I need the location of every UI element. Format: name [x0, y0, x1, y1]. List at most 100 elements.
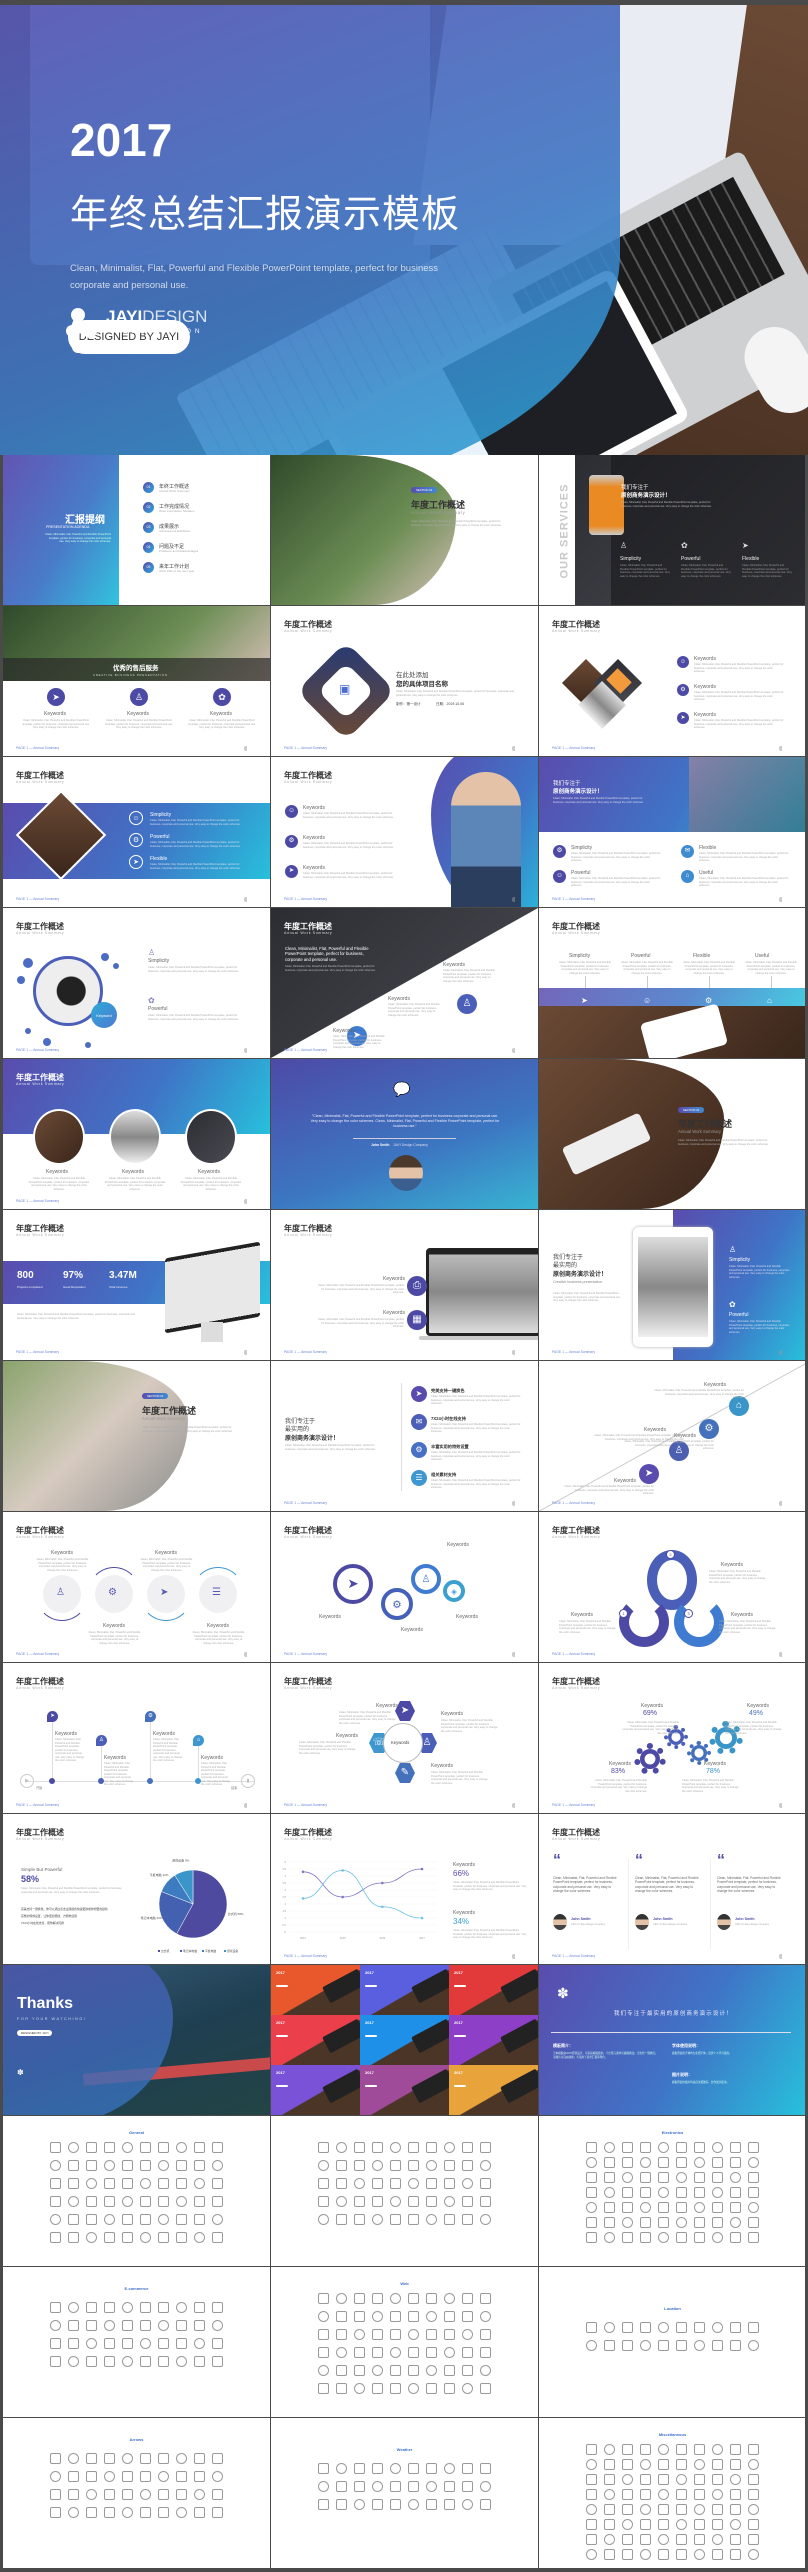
arrows-line-icon[interactable] — [140, 2471, 151, 2482]
web-line-icon[interactable] — [318, 2329, 329, 2340]
miscellaneous-line-icon[interactable] — [604, 2489, 615, 2500]
general-line-icon[interactable] — [122, 2160, 133, 2171]
electronics-line-icon[interactable] — [712, 2187, 723, 2198]
miscellaneous-line-icon[interactable] — [658, 2534, 669, 2545]
misc-line-icon[interactable] — [336, 2196, 347, 2207]
arrows-line-icon[interactable] — [140, 2489, 151, 2500]
general-line-icon[interactable] — [68, 2160, 79, 2171]
electronics-line-icon[interactable] — [658, 2202, 669, 2213]
location-line-icon[interactable] — [604, 2322, 615, 2333]
weather-line-icon[interactable] — [462, 2481, 473, 2492]
general-line-icon[interactable] — [122, 2196, 133, 2207]
web-line-icon[interactable] — [318, 2365, 329, 2376]
e-commerce-line-icon[interactable] — [176, 2356, 187, 2367]
general-line-icon[interactable] — [140, 2178, 151, 2189]
web-line-icon[interactable] — [444, 2311, 455, 2322]
general-line-icon[interactable] — [50, 2178, 61, 2189]
electronics-line-icon[interactable] — [748, 2187, 759, 2198]
slide-four-columns[interactable]: 年度工作概述 Annual Work Summary Simplicity Clean… — [539, 908, 805, 1058]
arrows-line-icon[interactable] — [158, 2471, 169, 2482]
arrows-line-icon[interactable] — [212, 2453, 223, 2464]
weather-line-icon[interactable] — [480, 2463, 491, 2474]
slide-list-portrait[interactable]: 年度工作概述 Annual Work Summary ☺ Keywords Clean,… — [271, 757, 538, 907]
miscellaneous-line-icon[interactable] — [730, 2474, 741, 2485]
misc-line-icon[interactable] — [480, 2214, 491, 2225]
miscellaneous-line-icon[interactable] — [622, 2534, 633, 2545]
arrows-line-icon[interactable] — [122, 2507, 133, 2518]
miscellaneous-line-icon[interactable] — [658, 2474, 669, 2485]
arrows-line-icon[interactable] — [194, 2489, 205, 2500]
general-line-icon[interactable] — [122, 2232, 133, 2243]
arrows-line-icon[interactable] — [176, 2471, 187, 2482]
electronics-line-icon[interactable] — [712, 2172, 723, 2183]
misc-line-icon[interactable] — [480, 2142, 491, 2153]
arrows-line-icon[interactable] — [176, 2489, 187, 2500]
arrows-line-icon[interactable] — [86, 2471, 97, 2482]
e-commerce-line-icon[interactable] — [194, 2338, 205, 2349]
end-button[interactable]: ▮ — [241, 1774, 255, 1788]
general-line-icon[interactable] — [212, 2160, 223, 2171]
electronics-line-icon[interactable] — [712, 2232, 723, 2243]
electronics-line-icon[interactable] — [604, 2232, 615, 2243]
slide-ovals[interactable]: 年度工作概述 Annual Work Summary Keywords Clean, … — [3, 1059, 270, 1209]
e-commerce-line-icon[interactable] — [158, 2338, 169, 2349]
general-line-icon[interactable] — [140, 2214, 151, 2225]
general-line-icon[interactable] — [86, 2178, 97, 2189]
misc-line-icon[interactable] — [408, 2178, 419, 2189]
electronics-line-icon[interactable] — [604, 2217, 615, 2228]
location-line-icon[interactable] — [748, 2322, 759, 2333]
web-line-icon[interactable] — [318, 2293, 329, 2304]
web-line-icon[interactable] — [390, 2293, 401, 2304]
misc-line-icon[interactable] — [444, 2196, 455, 2207]
miscellaneous-line-icon[interactable] — [586, 2504, 597, 2515]
e-commerce-line-icon[interactable] — [104, 2302, 115, 2313]
misc-line-icon[interactable] — [318, 2160, 329, 2171]
general-line-icon[interactable] — [176, 2214, 187, 2225]
electronics-line-icon[interactable] — [658, 2157, 669, 2168]
color-variant-thumb[interactable]: 2017 — [271, 2065, 360, 2115]
web-line-icon[interactable] — [480, 2383, 491, 2394]
general-line-icon[interactable] — [194, 2142, 205, 2153]
miscellaneous-line-icon[interactable] — [640, 2489, 651, 2500]
general-line-icon[interactable] — [86, 2196, 97, 2207]
electronics-line-icon[interactable] — [676, 2202, 687, 2213]
arrows-line-icon[interactable] — [50, 2453, 61, 2464]
e-commerce-line-icon[interactable] — [212, 2320, 223, 2331]
general-line-icon[interactable] — [140, 2196, 151, 2207]
miscellaneous-line-icon[interactable] — [604, 2504, 615, 2515]
arrows-line-icon[interactable] — [194, 2453, 205, 2464]
general-line-icon[interactable] — [140, 2142, 151, 2153]
web-line-icon[interactable] — [336, 2293, 347, 2304]
general-line-icon[interactable] — [50, 2160, 61, 2171]
weather-line-icon[interactable] — [444, 2463, 455, 2474]
arrows-line-icon[interactable] — [176, 2453, 187, 2464]
electronics-line-icon[interactable] — [640, 2217, 651, 2228]
web-line-icon[interactable] — [462, 2365, 473, 2376]
electronics-line-icon[interactable] — [622, 2202, 633, 2213]
electronics-line-icon[interactable] — [748, 2157, 759, 2168]
web-line-icon[interactable] — [426, 2365, 437, 2376]
miscellaneous-line-icon[interactable] — [604, 2519, 615, 2530]
misc-line-icon[interactable] — [336, 2160, 347, 2171]
general-line-icon[interactable] — [86, 2160, 97, 2171]
misc-line-icon[interactable] — [462, 2214, 473, 2225]
miscellaneous-line-icon[interactable] — [748, 2459, 759, 2470]
arrows-line-icon[interactable] — [104, 2471, 115, 2482]
misc-line-icon[interactable] — [444, 2142, 455, 2153]
web-line-icon[interactable] — [480, 2293, 491, 2304]
slide-icons-e-commerce[interactable]: E-commerce — [3, 2267, 270, 2417]
web-line-icon[interactable] — [408, 2293, 419, 2304]
e-commerce-line-icon[interactable] — [50, 2302, 61, 2313]
miscellaneous-line-icon[interactable] — [748, 2534, 759, 2545]
arrows-line-icon[interactable] — [68, 2489, 79, 2500]
web-line-icon[interactable] — [372, 2293, 383, 2304]
miscellaneous-line-icon[interactable] — [694, 2549, 705, 2560]
miscellaneous-line-icon[interactable] — [748, 2549, 759, 2560]
arrows-line-icon[interactable] — [50, 2489, 61, 2500]
miscellaneous-line-icon[interactable] — [676, 2474, 687, 2485]
miscellaneous-line-icon[interactable] — [730, 2519, 741, 2530]
miscellaneous-line-icon[interactable] — [604, 2444, 615, 2455]
miscellaneous-line-icon[interactable] — [586, 2489, 597, 2500]
web-line-icon[interactable] — [426, 2347, 437, 2358]
web-line-icon[interactable] — [444, 2293, 455, 2304]
